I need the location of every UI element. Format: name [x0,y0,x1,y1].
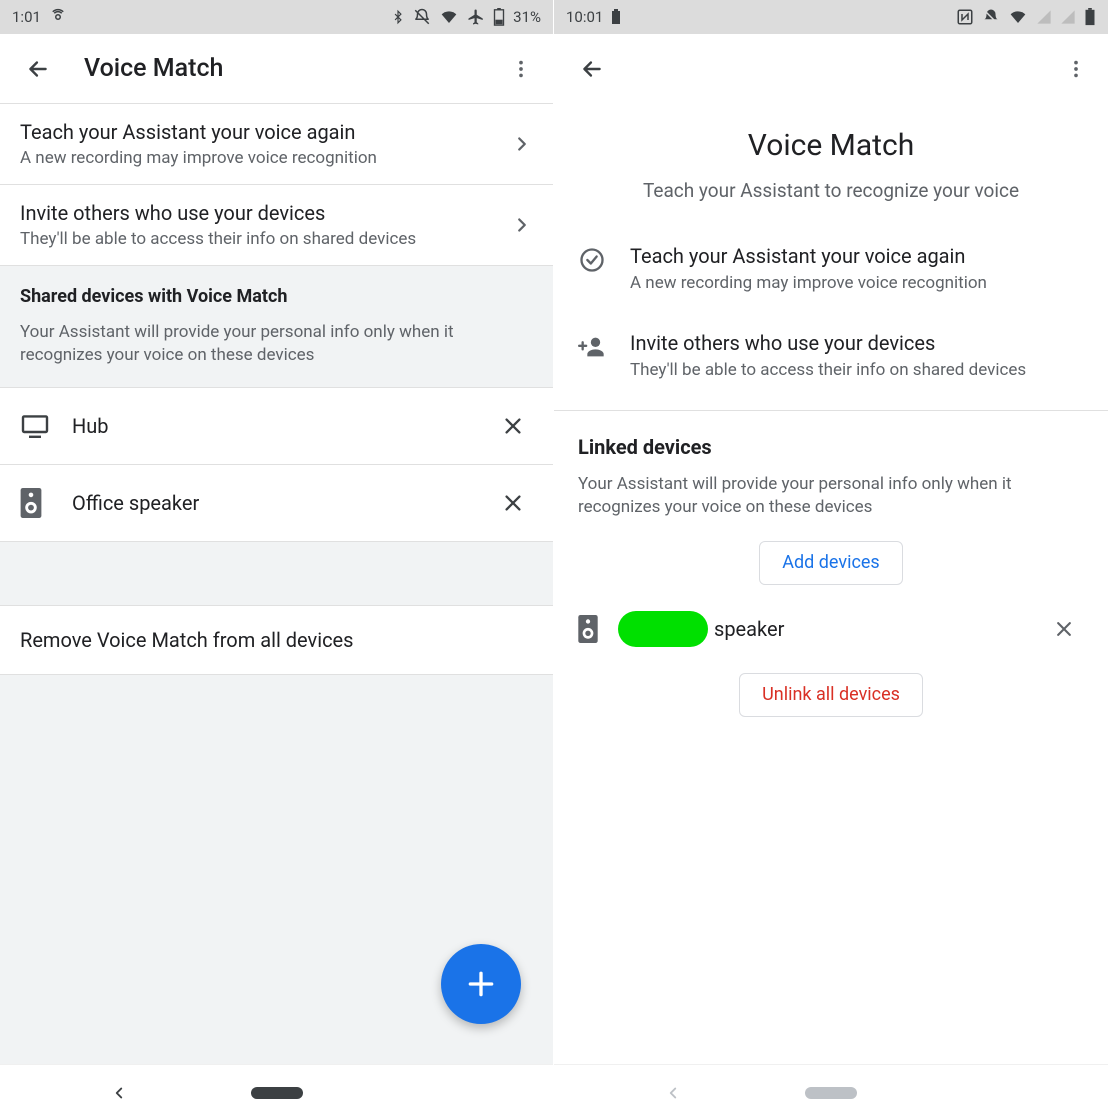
remove-device-button[interactable] [493,483,533,523]
nav-back-icon[interactable] [664,1084,682,1102]
content-rest [0,675,553,1064]
person-add-icon [578,331,630,361]
remove-device-button[interactable] [493,406,533,446]
invite-title: Invite others who use your devices [20,201,511,225]
teach-voice-title: Teach your Assistant your voice again [630,244,1084,268]
battery-percent: 31% [513,8,541,26]
page-subtitle: Teach your Assistant to recognize your v… [554,173,1108,226]
battery-full-icon [1084,8,1096,26]
shared-title: Shared devices with Voice Match [20,286,533,307]
shared-desc: Your Assistant will provide your persona… [20,321,533,367]
remove-all-item[interactable]: Remove Voice Match from all devices [0,606,553,675]
content-rest [554,731,1108,1064]
status-time: 10:01 [566,8,603,26]
nav-home-pill[interactable] [251,1087,303,1099]
teach-voice-sub: A new recording may improve voice recogn… [20,148,511,168]
linked-desc: Your Assistant will provide your persona… [578,473,1084,519]
bluetooth-icon [391,8,405,26]
add-devices-button[interactable]: Add devices [759,541,902,585]
nav-back-icon[interactable] [110,1084,128,1102]
nav-bar [0,1064,553,1120]
invite-sub: They'll be able to access their info on … [630,359,1084,382]
status-bar: 10:01 [554,0,1108,34]
app-bar [554,34,1108,104]
shared-devices-section: Shared devices with Voice Match Your Ass… [0,266,553,388]
invite-others-item[interactable]: Invite others who use your devices They'… [554,313,1108,400]
battery-charge-small-icon [611,9,621,25]
airplane-icon [467,8,485,26]
signal-icon [1036,9,1052,25]
unlink-all-button[interactable]: Unlink all devices [739,673,923,717]
device-row-hub[interactable]: Hub [0,388,553,465]
invite-title: Invite others who use your devices [630,331,1084,355]
unlink-all-label: Unlink all devices [762,684,900,705]
teach-voice-title: Teach your Assistant your voice again [20,120,511,144]
page-title: Voice Match [554,104,1108,173]
device-name: Hub [72,414,493,438]
device-name-suffix: speaker [714,617,1044,641]
linked-devices-section: Linked devices Your Assistant will provi… [554,411,1108,527]
device-name: Office speaker [72,491,493,515]
status-time: 1:01 [12,8,41,26]
chevron-right-icon [511,133,533,155]
phone-right: 10:01 Voice Match Teach your Assistant t… [554,0,1108,1120]
nav-bar [554,1064,1108,1120]
remove-device-button[interactable] [1044,609,1084,649]
overflow-menu[interactable] [1054,47,1098,91]
checkmark-circle-icon [578,244,630,274]
teach-voice-item[interactable]: Teach your Assistant your voice again A … [554,226,1108,313]
teach-voice-sub: A new recording may improve voice recogn… [630,272,1084,295]
back-button[interactable] [16,47,60,91]
wifi-icon [439,9,459,25]
remove-all-label: Remove Voice Match from all devices [20,628,354,652]
linked-title: Linked devices [578,435,1084,459]
linked-device-row[interactable]: speaker [554,599,1108,659]
device-row-speaker[interactable]: Office speaker [0,465,553,542]
overflow-menu[interactable] [499,47,543,91]
teach-voice-item[interactable]: Teach your Assistant your voice again A … [0,104,553,185]
invite-sub: They'll be able to access their info on … [20,229,511,249]
redacted-badge [618,611,708,647]
add-fab[interactable] [441,944,521,1024]
display-icon [20,414,72,438]
wifi-icon [1008,9,1028,25]
chevron-right-icon [511,214,533,236]
page-title: Voice Match [84,54,499,83]
add-devices-label: Add devices [782,552,879,573]
nfc-icon [956,8,974,26]
status-bar: 1:01 31% [0,0,553,34]
back-button[interactable] [570,47,614,91]
phone-left: 1:01 31% Voice Match Teach your Assistan… [0,0,554,1120]
battery-icon [493,8,505,26]
antenna-icon [49,8,67,26]
nav-home-pill[interactable] [805,1087,857,1099]
section-gap [0,542,553,606]
speaker-icon [20,488,72,518]
app-bar: Voice Match [0,34,553,104]
bell-off-icon [982,8,1000,26]
invite-others-item[interactable]: Invite others who use your devices They'… [0,185,553,266]
speaker-icon [578,615,618,643]
bell-off-icon [413,8,431,26]
signal-icon [1060,9,1076,25]
